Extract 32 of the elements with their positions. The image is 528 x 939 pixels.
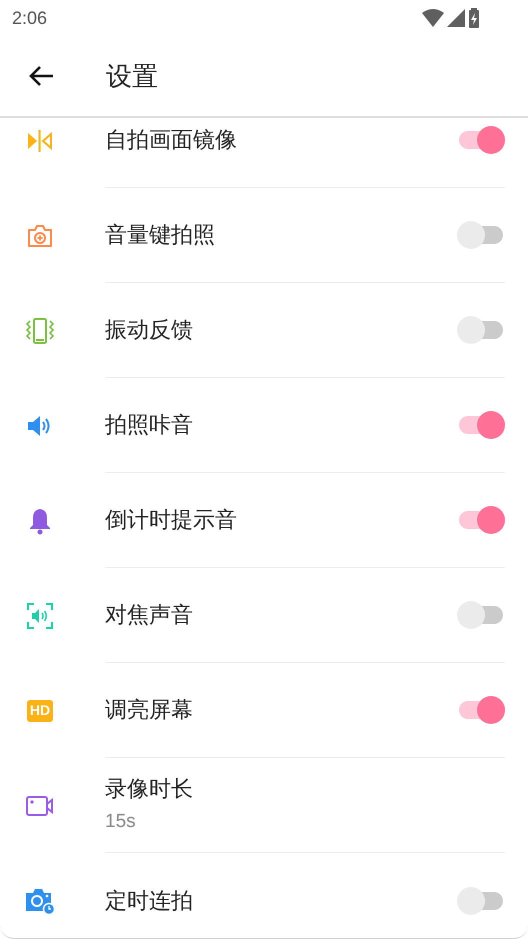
toggle-switch[interactable] (457, 316, 505, 344)
setting-label: 拍照咔音 (105, 411, 194, 439)
setting-label: 对焦声音 (105, 601, 194, 629)
toggle-switch[interactable] (457, 126, 505, 154)
setting-label: 自拍画面镜像 (105, 126, 238, 154)
setting-label: 调亮屏幕 (105, 696, 194, 724)
setting-label: 倒计时提示音 (105, 506, 238, 534)
camera-plus-icon (27, 224, 53, 248)
wifi-icon (422, 9, 444, 27)
back-arrow-icon (28, 65, 54, 87)
vibrating-phone-icon (25, 318, 55, 344)
setting-value: 15s (105, 810, 137, 834)
toggle-switch[interactable] (457, 411, 505, 439)
video-camera-icon (26, 794, 54, 816)
toggle-switch[interactable] (457, 506, 505, 534)
hd-icon: HD (27, 700, 53, 722)
setting-label: 振动反馈 (105, 316, 194, 344)
mirror-icon (27, 128, 53, 152)
toggle-switch[interactable] (457, 601, 505, 629)
toggle-switch[interactable] (457, 696, 505, 724)
status-time: 2:06 (12, 6, 48, 30)
focus-speaker-icon (27, 602, 53, 628)
bell-icon (28, 506, 52, 534)
setting-label: 定时连拍 (105, 886, 194, 914)
camera-clock-icon (25, 886, 55, 914)
page-title: 设置 (106, 60, 158, 92)
setting-label: 音量键拍照 (105, 221, 216, 249)
toggle-switch[interactable] (457, 886, 505, 914)
signal-icon (447, 9, 465, 27)
toggle-switch[interactable] (457, 221, 505, 249)
setting-label: 录像时长 (105, 774, 194, 803)
battery-charging-icon (468, 8, 480, 28)
